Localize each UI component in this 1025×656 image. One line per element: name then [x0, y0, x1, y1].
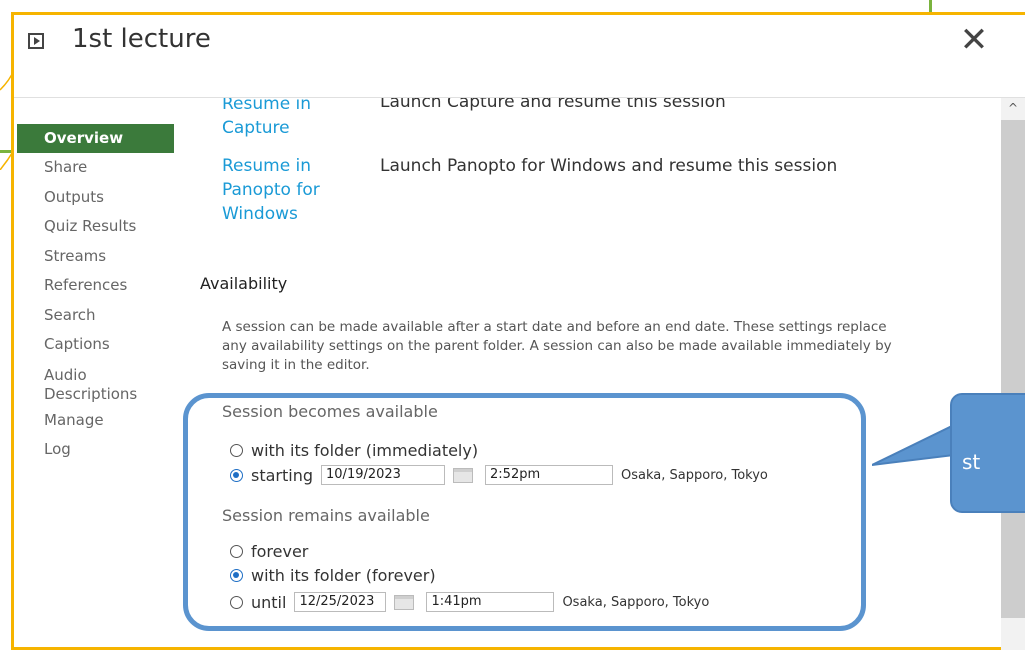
close-button[interactable]: ✕ [958, 22, 990, 58]
radio-starting[interactable] [230, 468, 243, 482]
radio-row-starting: starting 10/19/2023 2:52pm Osaka, Sappor… [230, 465, 768, 485]
nav-item-share[interactable]: Share [44, 153, 174, 183]
radio-forever[interactable] [230, 545, 243, 558]
radio-row-folder-forever: with its folder (forever) [230, 566, 436, 585]
availability-heading: Availability [200, 274, 288, 293]
sidebar-nav: Overview Share Outputs Quiz Results Stre… [17, 124, 174, 465]
radio-label: with its folder (immediately) [251, 441, 479, 460]
resume-windows-link[interactable]: Resume in Panopto for Windows [222, 154, 342, 226]
calendar-icon[interactable] [453, 467, 474, 483]
start-time-input[interactable]: 2:52pm [485, 465, 614, 485]
radio-row-until: until 12/25/2023 1:41pm Osaka, Sapporo, … [230, 592, 709, 612]
nav-item-manage[interactable]: Manage [44, 406, 174, 436]
timezone-label: Osaka, Sapporo, Tokyo [562, 594, 710, 610]
callout-pointer [872, 425, 954, 466]
resume-capture-description: Launch Capture and resume this session [380, 98, 726, 112]
nav-item-search[interactable]: Search [44, 301, 174, 331]
nav-item-streams[interactable]: Streams [44, 242, 174, 272]
end-date-input[interactable]: 12/25/2023 [294, 592, 387, 612]
nav-item-overview[interactable]: Overview [17, 124, 174, 153]
radio-label: forever [251, 542, 309, 561]
play-box-icon [28, 33, 44, 49]
dialog-title: 1st lecture [72, 24, 211, 54]
nav-item-captions[interactable]: Captions [44, 330, 174, 360]
start-date-input[interactable]: 10/19/2023 [321, 465, 446, 485]
radio-label: starting [251, 465, 314, 485]
remains-available-label: Session remains available [222, 506, 430, 525]
callout-text: st [962, 450, 981, 474]
nav-item-outputs[interactable]: Outputs [44, 183, 174, 213]
availability-description: A session can be made available after a … [222, 319, 892, 373]
resume-capture-link[interactable]: Resume in Capture [222, 98, 342, 140]
nav-item-log[interactable]: Log [44, 435, 174, 465]
nav-item-quiz-results[interactable]: Quiz Results [44, 212, 174, 242]
calendar-icon[interactable] [394, 594, 415, 610]
vertical-scrollbar[interactable]: ^ [1001, 98, 1025, 650]
radio-folder-forever[interactable] [230, 569, 243, 582]
radio-row-forever: forever [230, 542, 308, 561]
becomes-available-label: Session becomes available [222, 402, 438, 421]
radio-label: with its folder (forever) [251, 566, 436, 585]
timezone-label: Osaka, Sapporo, Tokyo [621, 467, 768, 483]
resume-windows-description: Launch Panopto for Windows and resume th… [380, 156, 838, 176]
end-time-input[interactable]: 1:41pm [426, 592, 555, 612]
scroll-thumb[interactable] [1001, 120, 1025, 618]
radio-until[interactable] [230, 595, 243, 609]
nav-item-references[interactable]: References [44, 271, 174, 301]
scroll-up-icon[interactable]: ^ [1001, 98, 1025, 118]
radio-folder-immediately[interactable] [230, 444, 243, 457]
nav-item-audio-descriptions[interactable]: Audio Descriptions [44, 360, 139, 406]
radio-row-folder-immediately: with its folder (immediately) [230, 441, 478, 460]
radio-label: until [251, 592, 287, 612]
